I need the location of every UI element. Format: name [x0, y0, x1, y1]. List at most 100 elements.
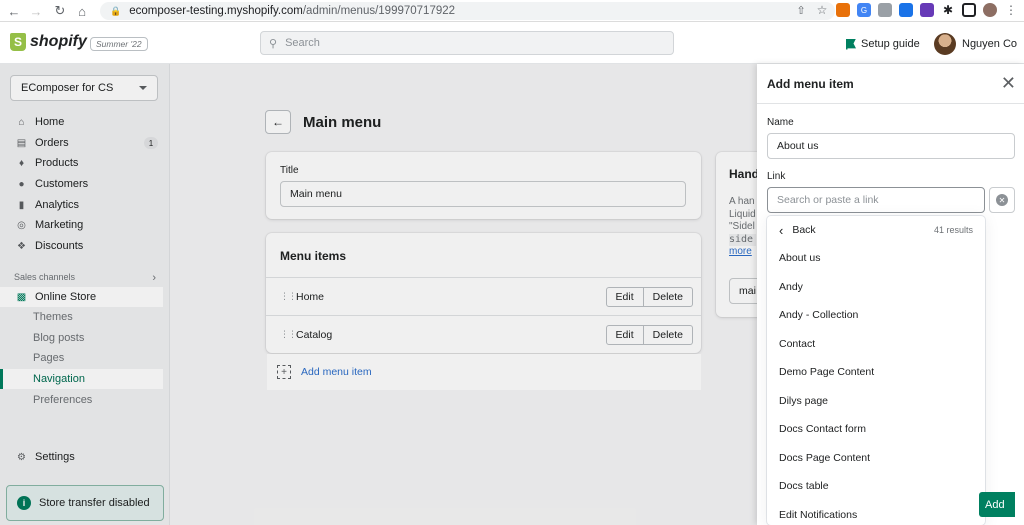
back-label: Back	[792, 224, 816, 236]
sidebar-subitem-blog-posts[interactable]: Blog posts	[0, 328, 163, 348]
handle-line: A han	[729, 196, 755, 207]
list-item[interactable]: Andy	[767, 273, 985, 301]
close-icon[interactable]: ✕	[1001, 74, 1016, 92]
sidebar-item-label: Customers	[35, 178, 89, 190]
list-item[interactable]: Edit Notifications	[767, 501, 985, 525]
delete-button[interactable]: Delete	[643, 286, 693, 307]
menu-item-label: Catalog	[296, 328, 333, 341]
list-item[interactable]: Docs Page Content	[767, 444, 985, 472]
list-item[interactable]: Docs Contact form	[767, 415, 985, 443]
chevron-right-icon[interactable]: ›	[152, 272, 156, 284]
shopify-bag-icon: S	[10, 33, 26, 51]
extension-blue-icon[interactable]	[899, 3, 913, 17]
sidebar-item-marketing[interactable]: ◎ Marketing	[0, 215, 163, 235]
sidebar-subitem-navigation[interactable]: Navigation	[0, 369, 163, 389]
sidebar-subitem-themes[interactable]: Themes	[0, 307, 163, 327]
result-count: 41 results	[933, 225, 973, 235]
store-transfer-notice: i Store transfer disabled	[6, 485, 164, 521]
list-item[interactable]: Dilys page	[767, 387, 985, 415]
handle-line: "Sidel	[729, 221, 755, 232]
link-search-input[interactable]: Search or paste a link	[767, 187, 985, 213]
orders-icon: ▤	[16, 137, 27, 149]
shopify-logo[interactable]: S shopify	[10, 33, 87, 51]
sidebar-item-analytics[interactable]: ▮ Analytics	[0, 195, 163, 215]
sidebar-item-products[interactable]: ♦ Products	[0, 153, 163, 173]
list-item[interactable]: About us	[767, 244, 985, 272]
sidebar-subitem-preferences[interactable]: Preferences	[0, 390, 163, 410]
store-selector[interactable]: EComposer for CS	[10, 75, 158, 101]
sidebar-item-label: Analytics	[35, 199, 80, 211]
tag-icon: ♦	[18, 157, 25, 169]
extension-red-icon[interactable]	[836, 3, 850, 17]
menu-item-row: ⋮⋮ Catalog Edit Delete	[266, 315, 701, 353]
browser-toolbar: ← → ↻ ⌂ 🔒 ecomposer-testing.myshopify.co…	[0, 0, 1024, 22]
search-input[interactable]: ⚲ Search	[260, 31, 674, 55]
list-item[interactable]: Demo Page Content	[767, 358, 985, 386]
url-path: /admin/menus/199970717922	[302, 5, 456, 17]
sidebar-item-online-store[interactable]: ▩ Online Store	[0, 287, 163, 307]
subitem-label: Pages	[33, 352, 65, 364]
sales-channels-header: Sales channels ›	[14, 272, 156, 284]
forward-arrow-icon[interactable]: →	[26, 1, 46, 21]
extension-gray-icon[interactable]	[878, 3, 892, 17]
delete-button[interactable]: Delete	[643, 324, 693, 345]
reload-icon[interactable]: ↻	[50, 1, 70, 21]
name-input[interactable]: About us	[767, 133, 1015, 159]
clear-icon: ✕	[996, 194, 1008, 206]
panel-header: Add menu item ✕	[757, 64, 1024, 104]
sidebar-item-settings[interactable]: ⚙ Settings	[0, 447, 163, 467]
translate-icon[interactable]: G	[857, 3, 871, 17]
link-label: Link	[767, 171, 786, 182]
shopify-topbar: S shopify Summer '22 ⚲ Search Setup guid…	[0, 22, 1024, 64]
menu-item-label: Home	[296, 290, 325, 303]
subitem-label: Themes	[33, 311, 73, 323]
menu-items-heading: Menu items	[280, 249, 347, 263]
extension-purple-icon[interactable]	[920, 3, 934, 17]
edit-button[interactable]: Edit	[605, 286, 644, 307]
arrow-left-icon: ←	[272, 115, 284, 129]
clear-link-button[interactable]: ✕	[989, 187, 1015, 213]
sidebar-subitem-pages[interactable]: Pages	[0, 348, 163, 368]
extension-icons: ⇧ ☆ G ✱ ⋮	[794, 3, 1018, 17]
sidebar: EComposer for CS ⌂ Home ▤ Orders 1 ♦ Pro…	[0, 64, 170, 525]
setup-guide-button[interactable]: Setup guide	[846, 38, 920, 50]
share-icon[interactable]: ⇧	[794, 3, 808, 17]
title-card: Title Main menu	[266, 152, 701, 219]
name-label: Name	[767, 117, 794, 128]
puzzle-icon[interactable]: ✱	[941, 3, 955, 17]
sidebar-item-label: Marketing	[35, 219, 84, 231]
sidebar-item-customers[interactable]: ● Customers	[0, 174, 163, 194]
list-item[interactable]: Andy - Collection	[767, 301, 985, 329]
add-button[interactable]: Add	[979, 492, 1015, 517]
back-button[interactable]: ←	[265, 110, 291, 134]
home-browser-icon[interactable]: ⌂	[72, 1, 92, 21]
bar-chart-icon: ▮	[18, 199, 25, 211]
user-menu[interactable]: Nguyen Co	[934, 33, 1017, 55]
back-arrow-icon[interactable]: ←	[4, 1, 24, 21]
url-host: ecomposer-testing.myshopify.com	[129, 5, 303, 17]
kebab-menu-icon[interactable]: ⋮	[1004, 3, 1018, 17]
window-icon[interactable]	[962, 3, 976, 17]
list-item[interactable]: Docs table	[767, 472, 985, 500]
add-menu-item-button[interactable]: + Add menu item	[267, 354, 701, 390]
sidebar-item-orders[interactable]: ▤ Orders 1	[0, 133, 163, 153]
title-input-value: Main menu	[290, 188, 342, 200]
address-bar[interactable]: 🔒 ecomposer-testing.myshopify.com/admin/…	[100, 2, 835, 20]
edit-button[interactable]: Edit	[605, 324, 644, 345]
edition-badge: Summer '22	[90, 37, 148, 51]
row-actions: Edit Delete	[605, 324, 693, 345]
learn-more-link[interactable]: more	[729, 246, 756, 259]
title-input[interactable]: Main menu	[280, 181, 686, 207]
profile-icon[interactable]	[983, 3, 997, 17]
sidebar-item-home[interactable]: ⌂ Home	[0, 112, 163, 132]
drag-handle-icon[interactable]: ⋮⋮	[280, 329, 297, 340]
sidebar-item-label: Online Store	[35, 291, 97, 303]
subitem-label: Blog posts	[33, 332, 85, 344]
sidebar-item-label: Orders	[35, 137, 69, 149]
sidebar-item-discounts[interactable]: ❖ Discounts	[0, 236, 163, 256]
drag-handle-icon[interactable]: ⋮⋮	[280, 291, 297, 302]
star-icon[interactable]: ☆	[815, 3, 829, 17]
lock-icon: 🔒	[110, 5, 122, 16]
plus-icon: +	[277, 365, 291, 379]
list-item[interactable]: Contact	[767, 330, 985, 358]
